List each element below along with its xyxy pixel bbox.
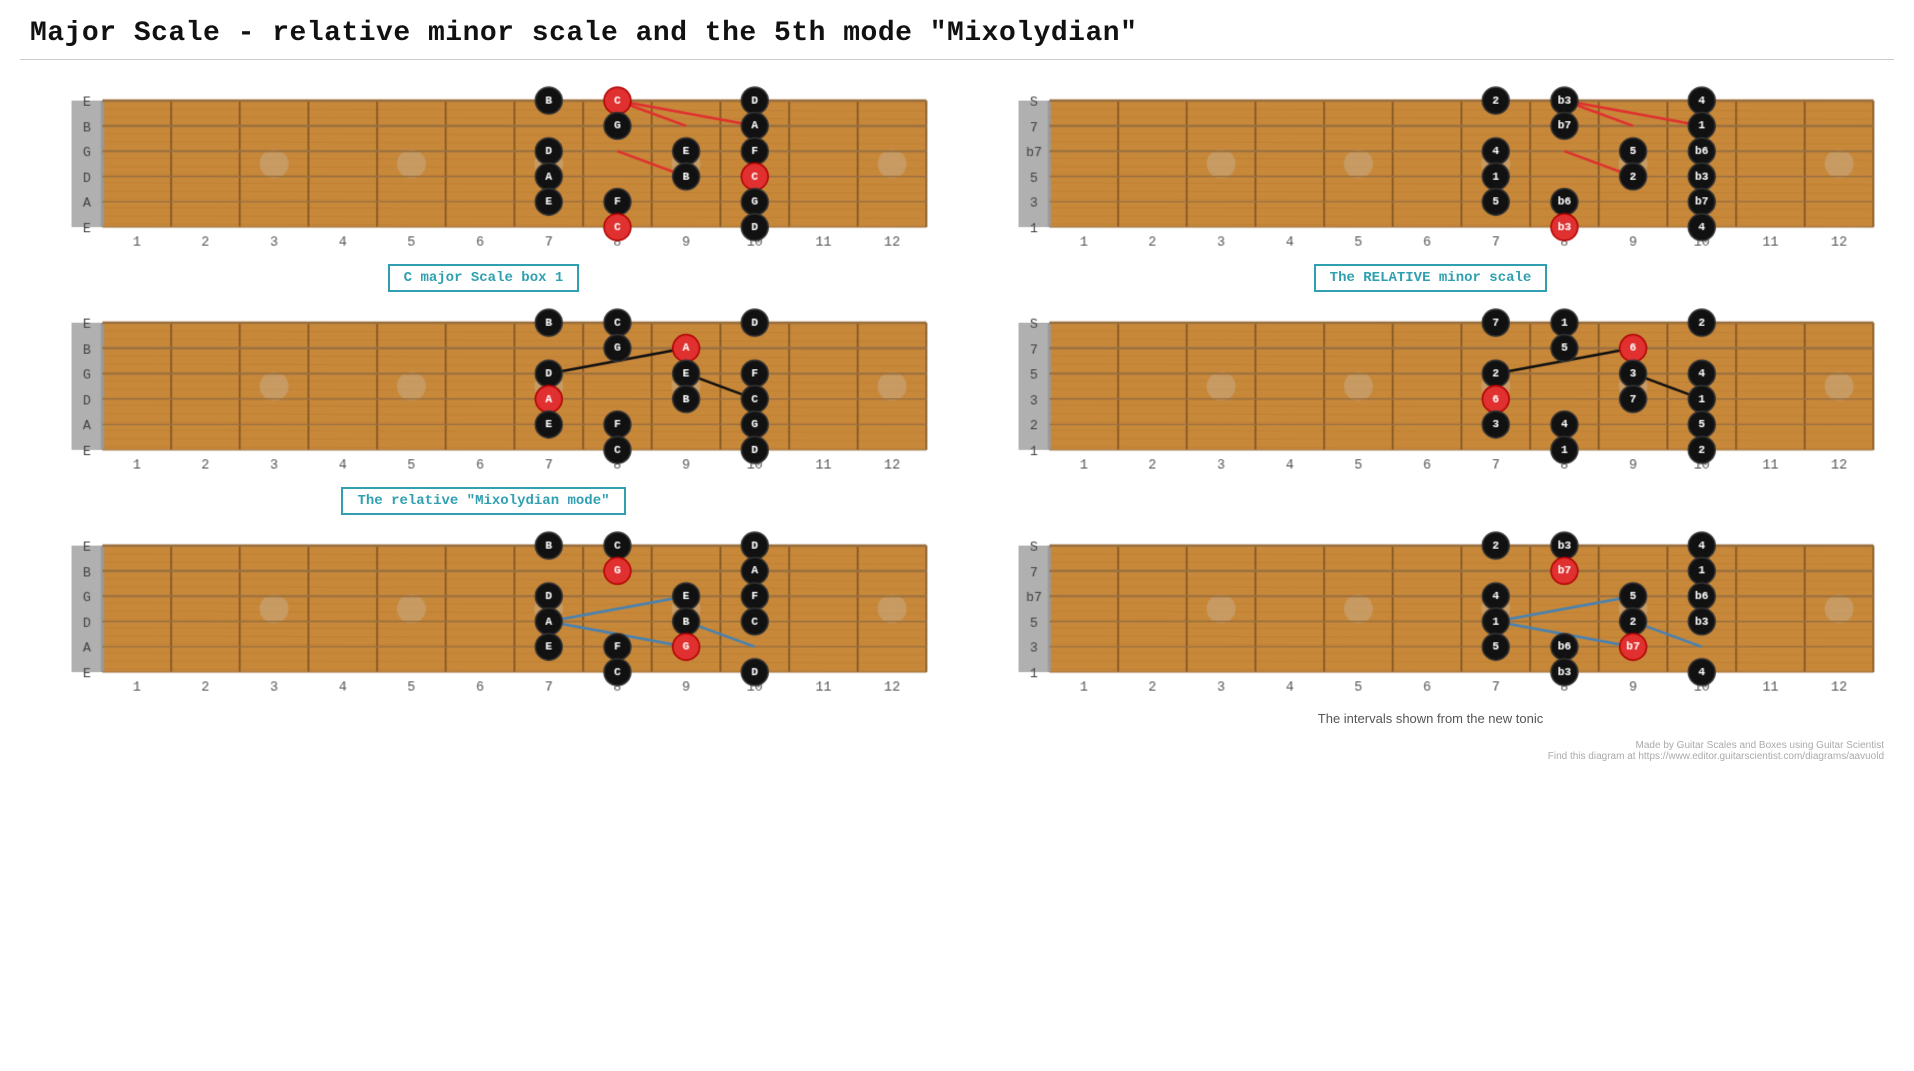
fretboard-top-right: [967, 80, 1894, 260]
watermark: Made by Guitar Scales and Boxes using Gu…: [0, 736, 1914, 770]
fretboard-bot-left: [20, 525, 947, 705]
page-title: Major Scale - relative minor scale and t…: [0, 0, 1914, 59]
diagram-bot-left: [20, 525, 947, 726]
diagram-mid-left: The relative "Mixolydian mode": [20, 302, 947, 514]
fretboard-bot-right: [967, 525, 1894, 705]
diagram-top-left: C major Scale box 1: [20, 80, 947, 292]
fretboard-mid-right: [967, 302, 1894, 482]
title-divider: [20, 59, 1894, 60]
diagram-bot-right: The intervals shown from the new tonic: [967, 525, 1894, 726]
diagram-mid-right: [967, 302, 1894, 514]
label-top-left: C major Scale box 1: [388, 264, 580, 292]
label-mid-left: The relative "Mixolydian mode": [341, 487, 625, 515]
intervals-note: The intervals shown from the new tonic: [1318, 711, 1543, 726]
fretboard-top-left: [20, 80, 947, 260]
fretboard-mid-left: [20, 302, 947, 482]
label-top-right: The RELATIVE minor scale: [1314, 264, 1548, 292]
diagram-top-right: The RELATIVE minor scale: [967, 80, 1894, 292]
diagrams-grid: C major Scale box 1 The RELATIVE minor s…: [0, 70, 1914, 736]
